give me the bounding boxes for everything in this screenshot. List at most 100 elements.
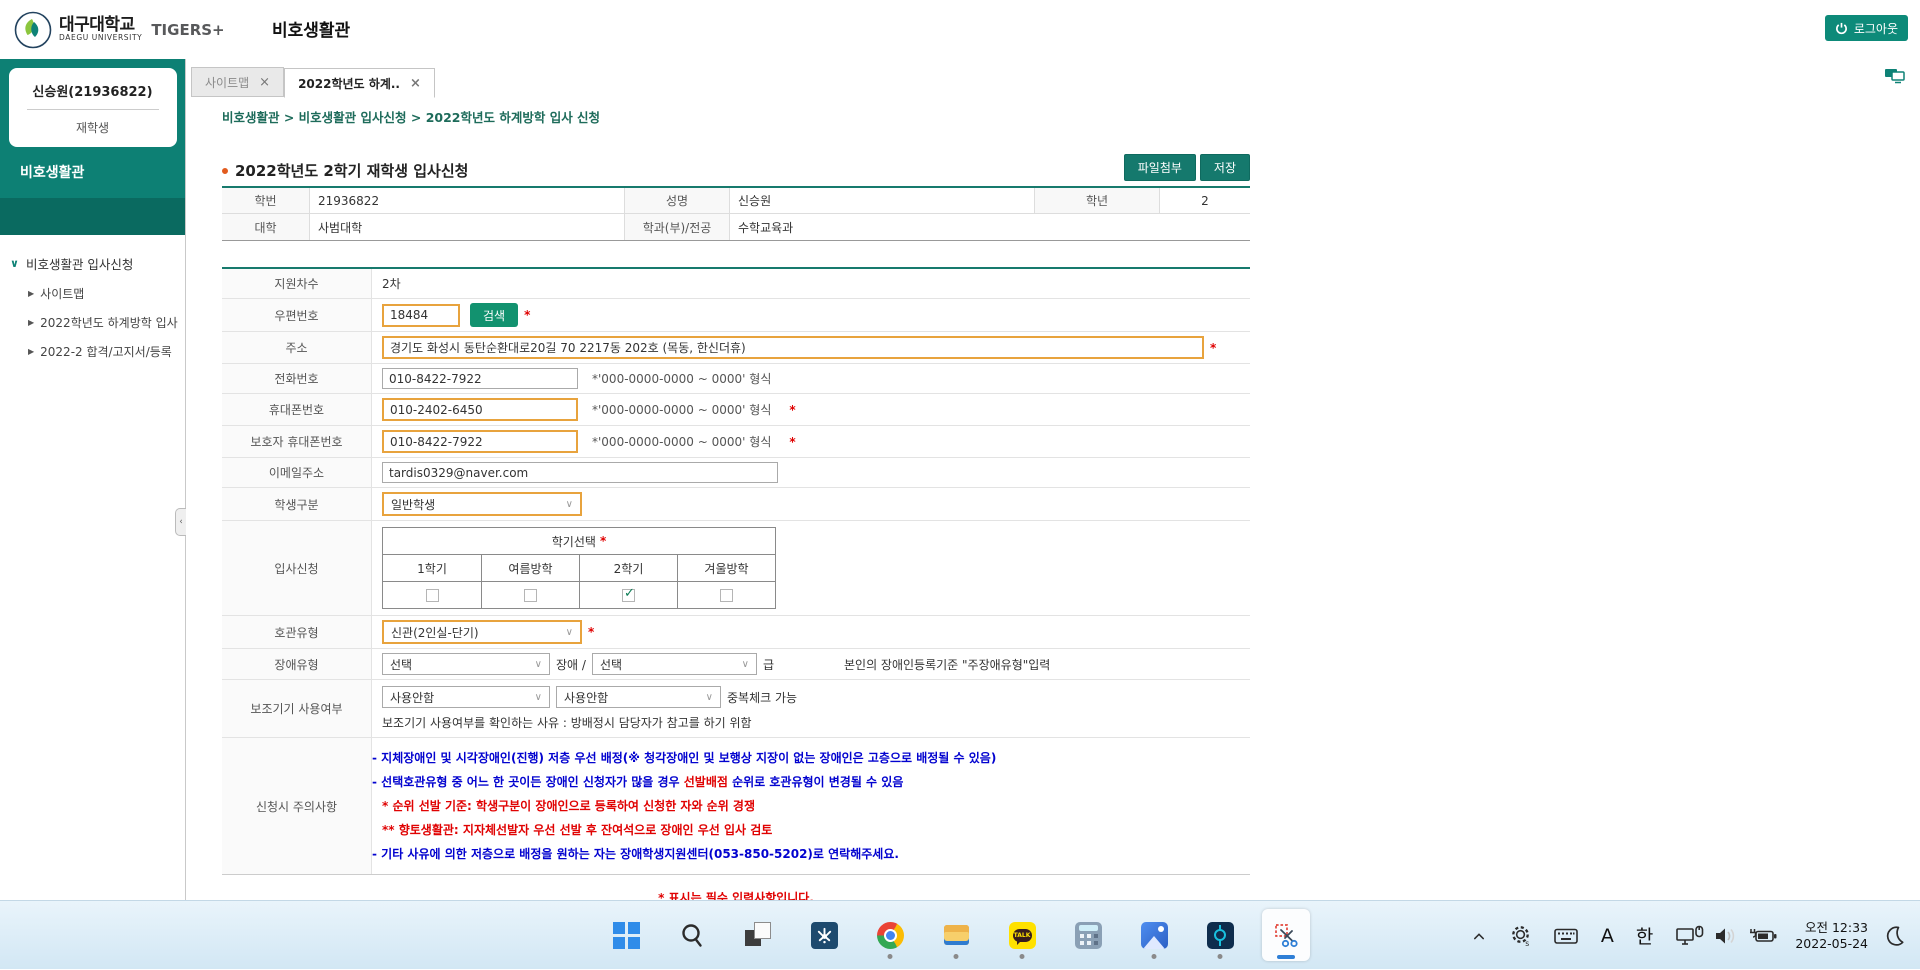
notice-label: 신청시 주의사항 bbox=[222, 738, 372, 874]
selected-value: 사용안함 bbox=[390, 690, 435, 705]
settings-gear-icon[interactable]: s bbox=[1508, 923, 1533, 948]
file-explorer-button[interactable] bbox=[932, 909, 980, 961]
notice-row: 신청시 주의사항 - 지체장애인 및 시각장애인(진행) 저층 우선 배정(※ … bbox=[222, 738, 1250, 874]
disability-type-select[interactable]: 선택 ∨ bbox=[382, 653, 550, 675]
round-label: 지원차수 bbox=[222, 269, 372, 298]
chevron-down-icon: ∨ bbox=[565, 498, 573, 510]
semester-row: 입사신청 학기선택 * 1학기 여름방학 2학기 겨울방학 bbox=[222, 521, 1250, 616]
form-title-row: 2022학년도 2학기 재학생 입사신청 bbox=[222, 160, 468, 181]
close-icon[interactable]: × bbox=[259, 75, 270, 90]
semester-checkbox[interactable] bbox=[524, 588, 537, 602]
ink-app-button[interactable] bbox=[800, 909, 848, 961]
assistive-select-2[interactable]: 사용안함 ∨ bbox=[556, 686, 721, 708]
required-mark: * bbox=[789, 434, 796, 449]
student-name-value: 신승원 bbox=[730, 188, 1035, 213]
semester-checkbox[interactable] bbox=[720, 588, 733, 602]
disability-note: 본인의 장애인등록기준 "주장애유형"입력 bbox=[844, 657, 1051, 672]
address-input[interactable] bbox=[382, 336, 1204, 359]
snipping-tool-button[interactable] bbox=[1262, 909, 1310, 961]
sidebar-item-sitemap[interactable]: ▶ 사이트맵 bbox=[0, 279, 185, 308]
selected-value: 사용안함 bbox=[564, 690, 609, 705]
university-name: 대구대학교 bbox=[59, 14, 135, 35]
tab-bar: 사이트맵 × 2022학년도 하계.. × bbox=[186, 59, 1920, 98]
volume-icon[interactable] bbox=[1713, 923, 1739, 949]
chevron-down-icon: ∨ bbox=[534, 658, 542, 670]
system-tray: s A 한 오전 12:33 2022-05-24 bbox=[1468, 901, 1906, 970]
mobile-format-hint: *'000-0000-0000 ~ 0000' 형식 bbox=[592, 403, 772, 417]
chrome-button[interactable] bbox=[866, 909, 914, 961]
chevron-down-icon: ∨ bbox=[705, 691, 713, 703]
start-button[interactable] bbox=[602, 909, 650, 961]
ime-korean-indicator[interactable]: 한 bbox=[1636, 922, 1653, 949]
assistive-select-1[interactable]: 사용안함 ∨ bbox=[382, 686, 550, 708]
chevron-down-icon: ∨ bbox=[534, 691, 542, 703]
photos-button[interactable] bbox=[1130, 909, 1178, 961]
archive-app-button[interactable] bbox=[1196, 909, 1244, 961]
file-explorer-icon bbox=[943, 922, 970, 949]
mobile-label: 휴대폰번호 bbox=[222, 394, 372, 425]
guardian-mobile-input[interactable] bbox=[382, 430, 578, 453]
kakaotalk-button[interactable]: TALK bbox=[998, 909, 1046, 961]
do-not-disturb-moon-icon[interactable] bbox=[1882, 924, 1906, 948]
zipcode-search-button[interactable]: 검색 bbox=[470, 303, 519, 327]
tab-label: 2022학년도 하계.. bbox=[298, 76, 400, 91]
sidebar-item-summer-application[interactable]: ▶ 2022학년도 하계방학 입사 bbox=[0, 308, 185, 337]
phone-input[interactable] bbox=[382, 368, 578, 389]
hidden-icons-chevron[interactable] bbox=[1468, 925, 1490, 947]
disability-grade-select[interactable]: 선택 ∨ bbox=[591, 653, 757, 675]
zipcode-input[interactable] bbox=[382, 303, 460, 327]
close-icon[interactable]: × bbox=[410, 76, 421, 91]
sidebar-item-application-root[interactable]: ∨ 비호생활관 입사신청 bbox=[0, 248, 185, 279]
taskbar-clock[interactable]: 오전 12:33 2022-05-24 bbox=[1795, 920, 1868, 952]
assistive-device-row: 보조기기 사용여부 사용안함 ∨ 사용안함 ∨ 중복체크 가능 보조기기 사용여… bbox=[222, 680, 1250, 738]
address-row: 주소 * bbox=[222, 332, 1250, 364]
attach-file-button[interactable]: 파일첨부 bbox=[1123, 154, 1196, 181]
calculator-button[interactable] bbox=[1064, 909, 1112, 961]
selected-value: 신관(2인실-단기) bbox=[391, 625, 479, 640]
tab-sitemap[interactable]: 사이트맵 × bbox=[191, 67, 285, 97]
student-type-select[interactable]: 일반학생 ∨ bbox=[382, 492, 582, 516]
triangle-right-icon: ▶ bbox=[28, 347, 35, 356]
tab-summer-application[interactable]: 2022학년도 하계.. × bbox=[284, 68, 435, 98]
task-view-button[interactable] bbox=[734, 909, 782, 961]
semester-checkbox[interactable] bbox=[622, 586, 635, 602]
disability-label: 장애유형 bbox=[222, 649, 372, 679]
ime-latin-indicator[interactable]: A bbox=[1601, 925, 1614, 947]
sidebar-category-band bbox=[0, 198, 185, 235]
major-value: 수학교육과 bbox=[730, 214, 1250, 240]
running-indicator bbox=[953, 954, 959, 959]
semester-checkbox[interactable] bbox=[425, 588, 439, 602]
zipcode-row: 우편번호 검색 * bbox=[222, 299, 1250, 332]
main-content: 사이트맵 × 2022학년도 하계.. × 비호생활관 > 비호생활관 입사신청… bbox=[186, 59, 1920, 940]
logout-button[interactable]: 로그아웃 bbox=[1824, 15, 1908, 41]
sidebar-module-title: 비호생활관 bbox=[20, 165, 85, 181]
application-form: 2022학년도 2학기 재학생 입사신청 파일첨부 저장 학번 21936822… bbox=[222, 154, 1250, 875]
sidebar-collapse-handle[interactable]: ‹ bbox=[175, 508, 186, 536]
required-mark: * bbox=[1210, 340, 1217, 355]
student-name-label: 성명 bbox=[625, 188, 730, 213]
brand-suffix: TIGERS+ bbox=[151, 20, 225, 39]
sidebar-item-result-invoice[interactable]: ▶ 2022-2 합격/고지서/등록 bbox=[0, 337, 185, 366]
search-button[interactable] bbox=[668, 909, 716, 961]
mobile-input[interactable] bbox=[382, 398, 578, 421]
student-grade-label: 학년 bbox=[1035, 188, 1160, 213]
university-logo[interactable]: 대구대학교 DAEGU UNIVERSITY TIGERS+ bbox=[14, 11, 225, 49]
ink-app-icon bbox=[810, 921, 838, 949]
college-label: 대학 bbox=[222, 214, 310, 240]
save-button[interactable]: 저장 bbox=[1199, 154, 1250, 181]
dual-screen-icon[interactable] bbox=[1884, 68, 1906, 87]
sidebar-root-label: 비호생활관 입사신청 bbox=[25, 257, 134, 272]
table-row: 대학 사범대학 학과(부)/전공 수학교육과 bbox=[222, 214, 1250, 240]
display-device-icon[interactable] bbox=[1675, 923, 1705, 949]
breadcrumb: 비호생활관 > 비호생활관 입사신청 > 2022학년도 하계방학 입사 신청 bbox=[222, 110, 601, 125]
email-input[interactable] bbox=[382, 462, 778, 483]
dorm-type-select[interactable]: 신관(2인실-단기) ∨ bbox=[382, 620, 582, 644]
task-view-icon bbox=[744, 921, 772, 949]
disability-grade-suffix: 급 bbox=[762, 657, 774, 672]
college-value: 사범대학 bbox=[310, 214, 625, 240]
touch-keyboard-icon[interactable] bbox=[1553, 923, 1579, 949]
notice-line: ** 향토생활관: 지자체선발자 우선 선발 후 잔여석으로 장애인 우선 입사… bbox=[382, 823, 773, 837]
battery-charging-icon[interactable] bbox=[1747, 923, 1779, 949]
user-card: 신승원(21936822) 재학생 bbox=[8, 68, 177, 147]
dorm-type-row: 호관유형 신관(2인실-단기) ∨ * bbox=[222, 616, 1250, 649]
